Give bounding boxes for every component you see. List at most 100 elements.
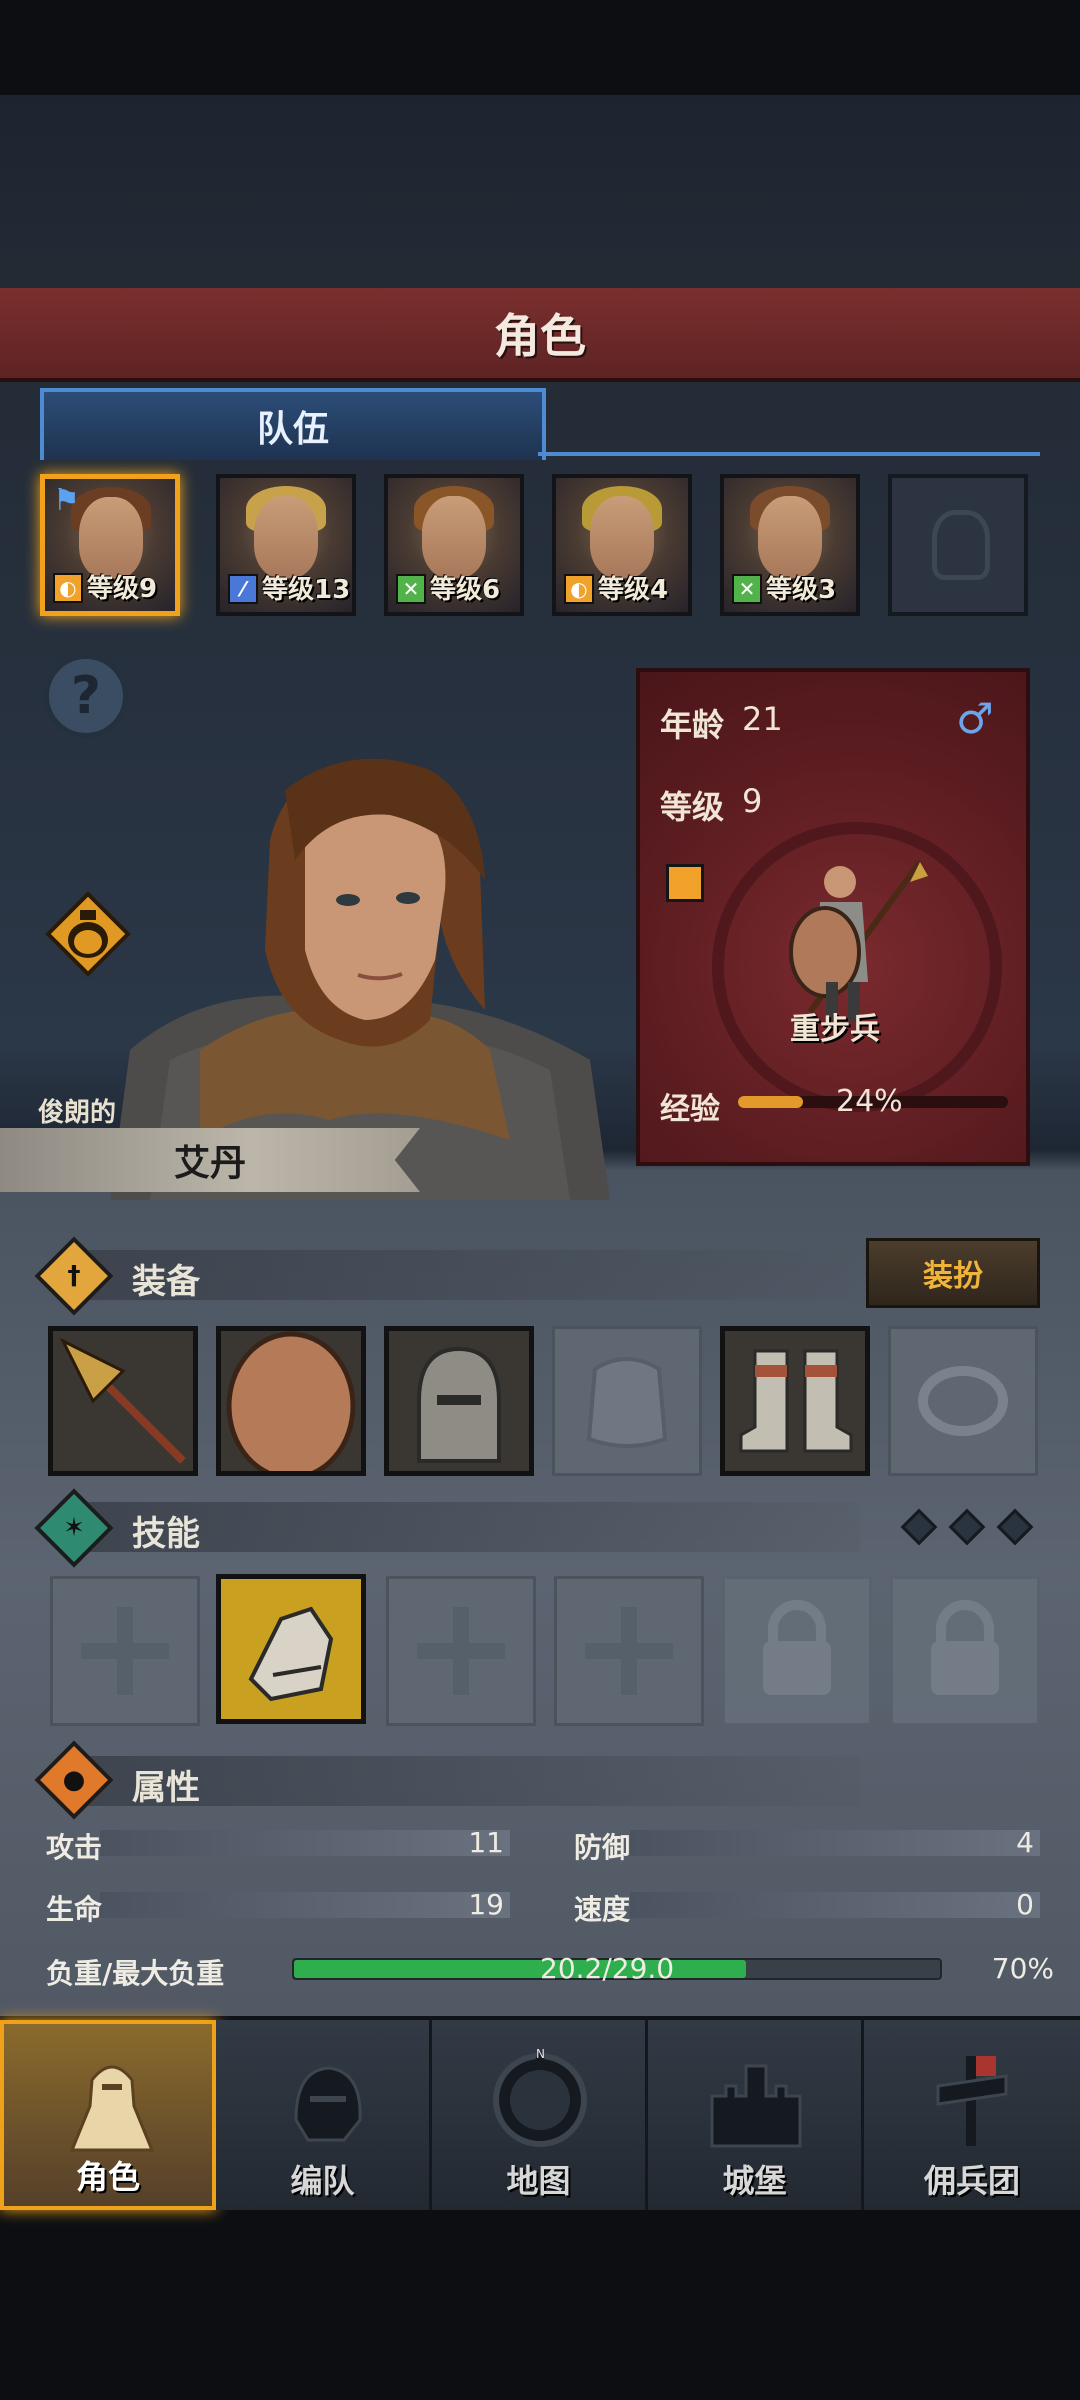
load-bar-fill xyxy=(294,1960,747,1978)
outfit-button[interactable]: 装扮 xyxy=(866,1238,1040,1308)
attack-value: 11 xyxy=(468,1826,504,1859)
nav-label: 地图 xyxy=(506,2162,571,2200)
roster-level: 等级4 xyxy=(598,575,669,605)
nav-label: 城堡 xyxy=(722,2162,787,2200)
compass-map-icon: N xyxy=(486,2046,594,2154)
skill-slot-empty[interactable] xyxy=(386,1576,536,1726)
level-label: 等级 xyxy=(660,788,725,826)
skills-title: 技能 xyxy=(132,1514,200,1554)
speed-label: 速度 xyxy=(574,1893,631,1926)
age-label: 年龄 xyxy=(660,706,725,744)
skill-slot-gauntlet[interactable] xyxy=(216,1574,366,1724)
helmet-icon xyxy=(417,1346,501,1463)
nav-castle[interactable]: 城堡 xyxy=(648,2020,864,2210)
face xyxy=(758,496,822,578)
roster-level: 等级3 xyxy=(766,575,837,605)
nav-squad[interactable]: 编队 xyxy=(216,2020,432,2210)
male-icon: ♂ xyxy=(956,694,994,743)
cross-icon xyxy=(417,1607,505,1695)
gauntlet-skill-icon xyxy=(248,1606,334,1702)
cross-swords-icon: ✕ xyxy=(396,574,426,604)
spear-icon xyxy=(59,1337,186,1464)
roster-level: 等级13 xyxy=(262,575,351,605)
ring-slot[interactable] xyxy=(888,1326,1038,1476)
face xyxy=(79,497,143,579)
defense-value: 4 xyxy=(1016,1826,1034,1859)
feet-slot[interactable] xyxy=(720,1326,870,1476)
nav-label: 佣兵团 xyxy=(923,2162,1020,2200)
face xyxy=(254,496,318,578)
cross-swords-icon: ✕ xyxy=(732,574,762,604)
cross-icon xyxy=(585,1607,673,1695)
flag-icon: ⚑ xyxy=(53,483,80,518)
tab-team[interactable]: 队伍 xyxy=(40,388,546,460)
roster-member-4[interactable]: ◐ 等级4 xyxy=(552,474,692,616)
load-label: 负重/最大负重 xyxy=(46,1957,225,1990)
roster-member-5[interactable]: ✕ 等级3 xyxy=(720,474,860,616)
shield-icon xyxy=(226,1331,356,1481)
star-icon: ✶ xyxy=(63,1513,85,1543)
nav-mercenary[interactable]: 佣兵团 xyxy=(864,2020,1080,2210)
cross-icon xyxy=(81,1607,169,1695)
question-icon: ? xyxy=(70,666,102,726)
exp-value: 24% xyxy=(836,1084,903,1119)
class-name: 重步兵 xyxy=(790,1012,880,1047)
nav-label: 编队 xyxy=(290,2162,355,2200)
helmet-squad-icon xyxy=(270,2046,378,2154)
page-title: 角色 xyxy=(0,288,1080,382)
ring-slot-icon xyxy=(918,1366,1008,1436)
castle-icon xyxy=(702,2046,810,2154)
face xyxy=(422,496,486,578)
tab-underline xyxy=(538,452,1040,456)
roster-member-3[interactable]: ✕ 等级6 xyxy=(384,474,524,616)
roster-level: 等级9 xyxy=(87,574,158,604)
head-slot[interactable] xyxy=(384,1326,534,1476)
lock-icon xyxy=(763,1600,831,1695)
roster-member-2[interactable]: ⁄ 等级13 xyxy=(216,474,356,616)
person-icon: ● xyxy=(62,1765,86,1795)
nav-character[interactable]: 角色 xyxy=(0,2020,216,2210)
nav-map[interactable]: N 地图 xyxy=(432,2020,648,2210)
skill-slot-empty[interactable] xyxy=(554,1576,704,1726)
attack-label: 攻击 xyxy=(46,1831,103,1864)
svg-text:N: N xyxy=(536,2047,545,2061)
knight-icon xyxy=(58,2050,166,2158)
attributes-title: 属性 xyxy=(132,1768,200,1808)
armor-slot-icon xyxy=(586,1357,668,1448)
hp-label: 生命 xyxy=(46,1893,103,1926)
speed-value: 0 xyxy=(1016,1888,1034,1921)
body-slot[interactable] xyxy=(552,1326,702,1476)
equipment-title: 装备 xyxy=(132,1262,200,1302)
bottom-nav: 角色 编队 N 地图 城堡 佣兵团 xyxy=(0,2016,1080,2210)
sword-icon: ⁄ xyxy=(228,574,258,604)
shield-icon: ◐ xyxy=(53,573,83,603)
dagger-icon: † xyxy=(67,1261,81,1291)
skill-slot-locked[interactable] xyxy=(890,1576,1040,1726)
roster-empty-slot[interactable] xyxy=(888,474,1028,616)
hero-name[interactable]: 艾丹 xyxy=(0,1128,420,1192)
nav-label: 角色 xyxy=(75,2158,140,2196)
hero-title: 俊朗的 xyxy=(38,1098,117,1128)
hp-value: 19 xyxy=(468,1888,504,1921)
mercenary-banner-icon xyxy=(918,2046,1026,2154)
boots-icon xyxy=(739,1349,853,1453)
lock-icon xyxy=(931,1600,999,1695)
empty-helmet-icon xyxy=(932,510,990,580)
exp-bar-fill xyxy=(738,1096,803,1108)
roster-member-1[interactable]: ⚑ ◐ 等级9 xyxy=(40,474,180,616)
level-value: 9 xyxy=(742,782,763,820)
skill-slot-empty[interactable] xyxy=(50,1576,200,1726)
tab-bar: 队伍 xyxy=(40,388,1040,460)
load-percent: 70% xyxy=(991,1952,1054,1985)
load-value: 20.2/29.0 xyxy=(540,1952,675,1985)
face xyxy=(590,496,654,578)
defense-label: 防御 xyxy=(574,1831,631,1864)
shield-class-icon xyxy=(666,864,704,902)
offhand-slot[interactable] xyxy=(216,1326,366,1481)
roster-level: 等级6 xyxy=(430,575,501,605)
exp-label: 经验 xyxy=(660,1092,720,1127)
shield-icon: ◐ xyxy=(564,574,594,604)
skill-slot-locked[interactable] xyxy=(722,1576,872,1726)
weapon-slot[interactable] xyxy=(48,1326,198,1476)
age-value: 21 xyxy=(742,700,783,738)
